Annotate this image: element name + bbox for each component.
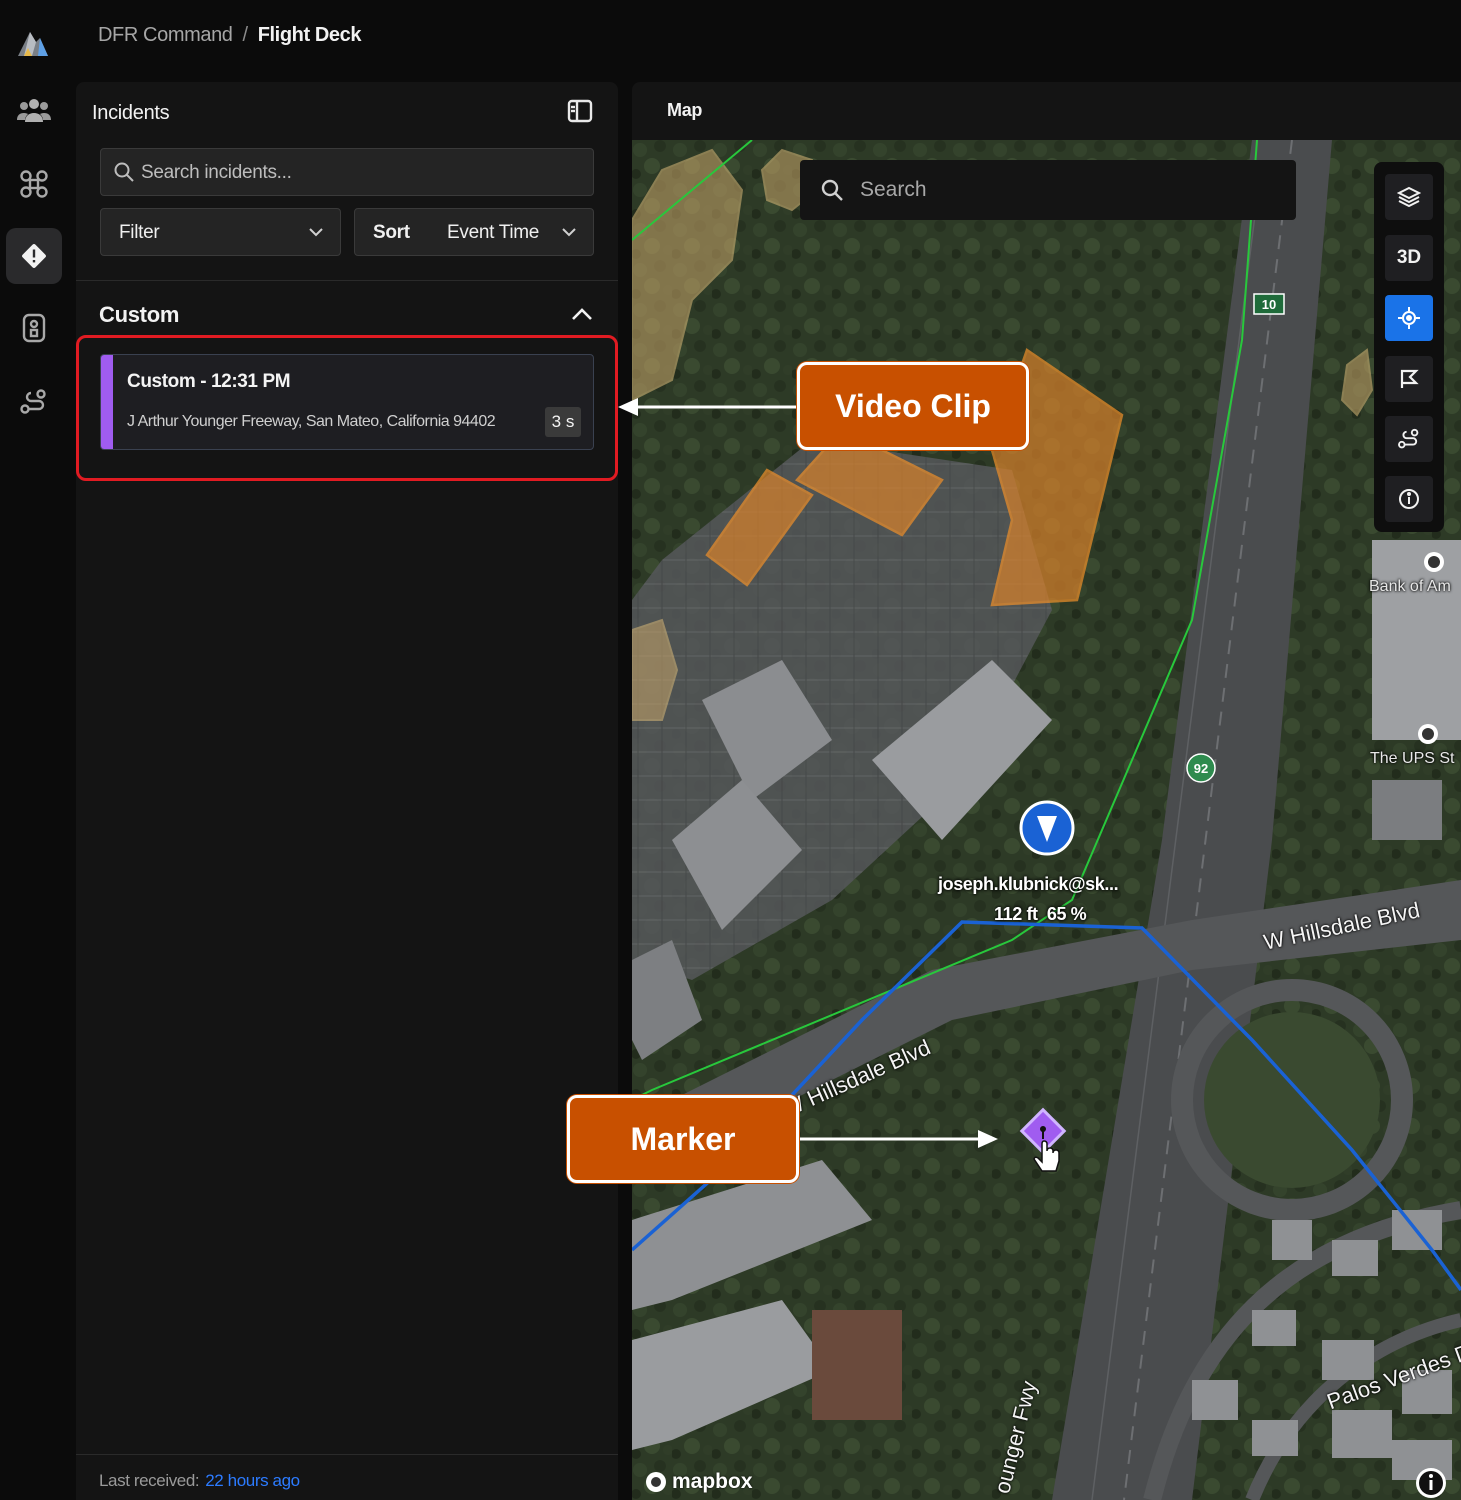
breadcrumb-root[interactable]: DFR Command [98, 24, 233, 46]
drone-battery: 65 % [1046, 904, 1087, 924]
map-panel: Map 10 92 Search 3D Bank of Am The UPS S… [632, 82, 1461, 1500]
map-search-input[interactable]: Search [800, 160, 1296, 220]
attribution-info-icon[interactable] [1414, 1466, 1448, 1500]
icon-rail [0, 0, 68, 1500]
sort-value: Event Time [447, 222, 540, 243]
poi-label[interactable]: Bank of Am [1369, 578, 1451, 596]
route-icon[interactable] [6, 374, 62, 430]
search-input[interactable]: Search incidents... [100, 148, 594, 196]
mapbox-text: mapbox [672, 1470, 753, 1493]
last-received-label: Last received: [99, 1471, 200, 1490]
map-canvas[interactable]: 10 92 Search 3D Bank of Am The UPS St W … [632, 140, 1461, 1500]
panel-collapse-icon[interactable] [566, 98, 594, 124]
team-icon[interactable] [6, 82, 62, 138]
highway-shield-10: 10 [1262, 297, 1276, 312]
filter-dropdown[interactable]: Filter [100, 208, 341, 256]
last-received-value: 22 hours ago [205, 1471, 300, 1490]
app-logo-icon[interactable] [14, 24, 52, 62]
info-icon[interactable] [1385, 476, 1433, 522]
breadcrumb-separator: / [242, 24, 249, 46]
search-icon [114, 162, 134, 182]
route-icon[interactable] [1385, 416, 1433, 462]
map-title: Map [667, 100, 703, 120]
sort-dropdown[interactable]: Sort Event Time [354, 208, 594, 256]
incidents-icon[interactable] [6, 228, 62, 284]
chevron-down-icon [562, 228, 576, 237]
search-placeholder: Search incidents... [141, 162, 292, 183]
mapbox-logo-icon [646, 1472, 666, 1492]
section-header-custom[interactable]: Custom [99, 302, 179, 328]
panel-title: Incidents [92, 102, 170, 124]
top-bar: DFR Command / Flight Deck [68, 0, 1461, 76]
3d-toggle-button[interactable]: 3D [1385, 235, 1433, 281]
divider [76, 280, 618, 281]
satellite-imagery: 10 92 [632, 140, 1461, 1500]
filter-label: Filter [119, 222, 160, 243]
map-search-placeholder: Search [860, 178, 927, 201]
drone-operator-label: joseph.klubnick@sk... [938, 874, 1119, 894]
poi-label[interactable]: The UPS St [1370, 750, 1454, 768]
search-icon [821, 179, 843, 201]
drone-altitude: 112 ft [994, 904, 1038, 924]
dock-icon[interactable] [6, 300, 62, 356]
chevron-up-icon[interactable] [570, 306, 594, 322]
breadcrumb: DFR Command / Flight Deck [98, 24, 362, 47]
incidents-panel: Incidents Search incidents... Filter Sor… [76, 82, 618, 1500]
map-toolbar: 3D [1374, 162, 1444, 532]
mapbox-attribution[interactable]: mapbox [644, 1470, 753, 1494]
panel-footer: Last received: 22 hours ago [76, 1454, 618, 1500]
flag-icon[interactable] [1385, 356, 1433, 402]
breadcrumb-current: Flight Deck [257, 24, 362, 46]
chevron-down-icon [309, 228, 323, 237]
drone-icon[interactable] [6, 156, 62, 212]
video-clip-callout: Video Clip [797, 362, 1029, 450]
layers-icon[interactable] [1385, 174, 1433, 220]
sort-label: Sort [373, 222, 410, 243]
highlight-box [76, 335, 618, 481]
marker-callout: Marker [567, 1095, 799, 1183]
locate-icon[interactable] [1385, 295, 1433, 341]
highway-shield-92: 92 [1194, 761, 1208, 776]
